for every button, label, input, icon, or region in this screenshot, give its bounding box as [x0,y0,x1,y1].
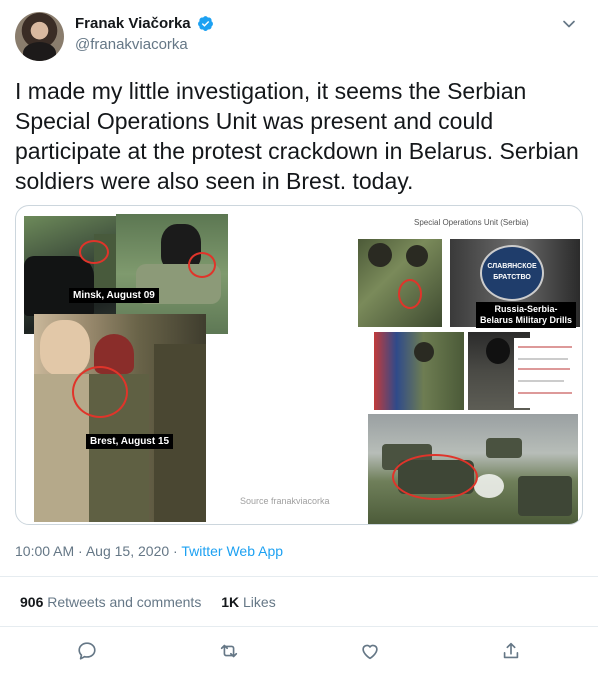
tweet-media-image[interactable]: Minsk, August 09 Brest, August 15 Source… [15,205,583,525]
tweet-header: Franak Viačorka @franakviacorka [15,12,585,62]
tweet-actions [0,640,598,664]
tweet-stats: 906 Retweets and comments 1K Likes [20,594,292,610]
likes-count: 1K [221,594,240,610]
tweet-meta: 10:00 AM · Aug 15, 2020 · Twitter Web Ap… [15,543,283,559]
author-name-row: Franak Viačorka [75,15,214,33]
photo-serbian-soldiers [358,239,442,327]
author-display-name[interactable]: Franak Viačorka [75,15,191,32]
photo-document [514,338,578,408]
avatar[interactable] [15,12,64,61]
tweet-time[interactable]: 10:00 AM [15,543,74,559]
photo-brest [34,314,206,522]
share-icon[interactable] [500,640,522,662]
retweets-label: Retweets and comments [47,594,202,610]
label-brest: Brest, August 15 [86,434,174,449]
photo-flag-soldiers [374,332,464,410]
retweets-stat[interactable]: 906 Retweets and comments [20,594,201,610]
badge-text-top: СЛАВЯНСКОЕ [487,263,537,270]
verified-badge-icon [198,16,214,32]
photo-armored-vehicles [368,414,578,524]
chevron-down-icon[interactable] [559,14,579,34]
badge-text-bottom: БРАТСТВО [493,274,531,281]
source-app-link[interactable]: Twitter Web App [181,543,283,559]
label-minsk: Minsk, August 09 [69,288,159,303]
likes-label: Likes [243,594,276,610]
reply-icon[interactable] [76,640,98,662]
label-drills: Russia-Serbia- Belarus Military Drills [476,302,577,328]
tweet-date[interactable]: Aug 15, 2020 [86,543,169,559]
retweets-count: 906 [20,594,44,610]
source-watermark: Source franakviacorka [240,496,330,506]
heart-icon[interactable] [359,640,381,662]
tweet-text: I made my little investigation, it seems… [15,78,579,194]
unit-title: Special Operations Unit (Serbia) [414,218,529,227]
author-handle[interactable]: @franakviacorka [75,36,188,53]
retweet-icon[interactable] [218,640,240,662]
meta-separator: · [173,543,178,559]
divider [0,626,598,627]
likes-stat[interactable]: 1K Likes [221,594,275,610]
divider [0,576,598,577]
meta-separator: · [78,543,83,559]
